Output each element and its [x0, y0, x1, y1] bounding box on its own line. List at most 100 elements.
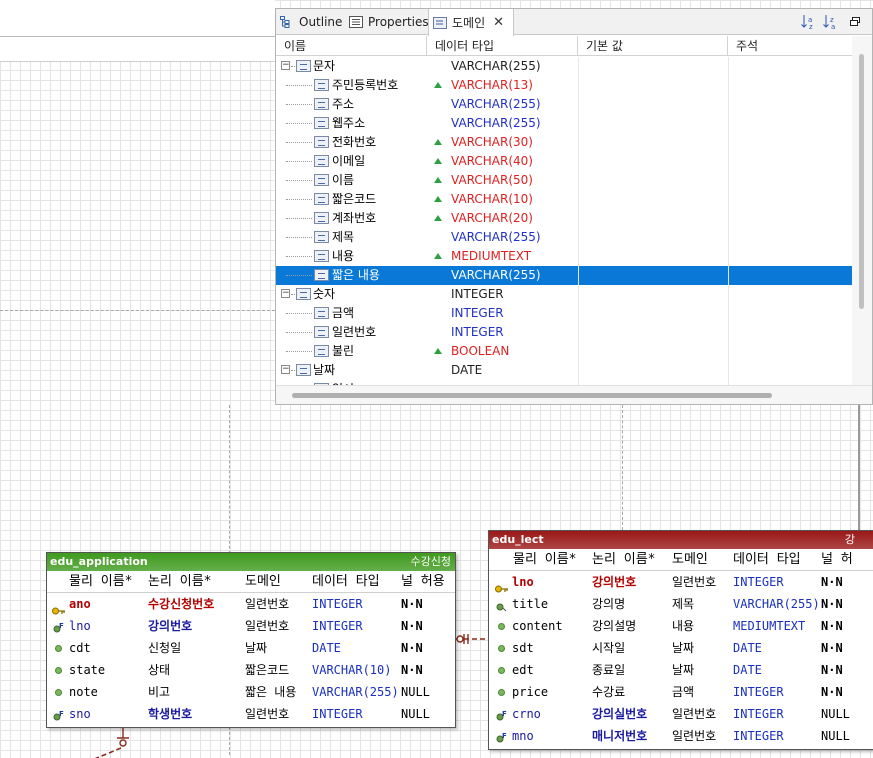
- er-column-row[interactable]: lno 강의번호 일련번호 INTEGER N·N: [489, 571, 873, 593]
- domain-row[interactable]: 이름 VARCHAR(50): [276, 171, 852, 190]
- domain-comment-cell[interactable]: [728, 209, 852, 228]
- domain-comment-cell[interactable]: [728, 361, 852, 380]
- domain-datatype-cell[interactable]: VARCHAR(20): [427, 209, 577, 228]
- er-column-row[interactable]: Fcrno 강의실번호 일련번호 INTEGER NULL: [489, 703, 873, 725]
- domain-comment-cell[interactable]: [728, 133, 852, 152]
- domain-comment-cell[interactable]: [728, 342, 852, 361]
- horizontal-scrollbar[interactable]: [276, 385, 872, 404]
- domain-default-cell[interactable]: [578, 190, 728, 209]
- domain-default-cell[interactable]: [578, 247, 728, 266]
- domain-comment-cell[interactable]: [728, 266, 852, 285]
- domain-row[interactable]: 내용 MEDIUMTEXT: [276, 247, 852, 266]
- sort-ascending-icon[interactable]: az: [800, 13, 818, 31]
- domain-name-cell[interactable]: − 숫자: [276, 285, 426, 304]
- column-header-datatype[interactable]: 데이터 타입: [427, 36, 578, 56]
- domain-datatype-cell[interactable]: VARCHAR(255): [427, 228, 577, 247]
- domain-name-cell[interactable]: 일련번호: [276, 323, 426, 342]
- domain-default-cell[interactable]: [578, 266, 728, 285]
- domain-name-cell[interactable]: 짧은 내용: [276, 266, 426, 285]
- er-column-row[interactable]: sdt 시작일 날짜 DATE N·N: [489, 637, 873, 659]
- domain-datatype-cell[interactable]: VARCHAR(255): [427, 266, 577, 285]
- domain-comment-cell[interactable]: [728, 304, 852, 323]
- collapse-toggle-icon[interactable]: −: [281, 289, 290, 298]
- domain-row[interactable]: 주소 VARCHAR(255): [276, 95, 852, 114]
- domain-name-cell[interactable]: 웹주소: [276, 114, 426, 133]
- domain-datatype-cell[interactable]: VARCHAR(255): [427, 57, 577, 76]
- domain-name-cell[interactable]: 주민등록번호: [276, 76, 426, 95]
- domain-name-cell[interactable]: 금액: [276, 304, 426, 323]
- domain-datatype-cell[interactable]: VARCHAR(40): [427, 152, 577, 171]
- er-table-title[interactable]: edu_application 수강신청: [47, 553, 455, 571]
- domain-group-row[interactable]: − 문자 VARCHAR(255): [276, 57, 852, 76]
- domain-datatype-cell[interactable]: VARCHAR(255): [427, 114, 577, 133]
- tab-domain[interactable]: 도메인 ✕: [428, 9, 514, 36]
- domain-row[interactable]: 불린 BOOLEAN: [276, 342, 852, 361]
- vertical-scrollbar[interactable]: [852, 36, 872, 385]
- domain-group-row[interactable]: − 날짜 DATE: [276, 361, 852, 380]
- column-header-name[interactable]: 이름: [276, 36, 427, 56]
- domain-name-cell[interactable]: 전화번호: [276, 133, 426, 152]
- domain-datatype-cell[interactable]: DATE: [427, 361, 577, 380]
- domain-datatype-cell[interactable]: MEDIUMTEXT: [427, 247, 577, 266]
- domain-comment-cell[interactable]: [728, 190, 852, 209]
- domain-datatype-cell[interactable]: INTEGER: [427, 304, 577, 323]
- domain-name-cell[interactable]: − 날짜: [276, 361, 426, 380]
- tab-properties[interactable]: Properties: [349, 9, 429, 35]
- domain-row[interactable]: 이메일 VARCHAR(40): [276, 152, 852, 171]
- domain-default-cell[interactable]: [578, 114, 728, 133]
- domain-comment-cell[interactable]: [728, 323, 852, 342]
- domain-default-cell[interactable]: [578, 171, 728, 190]
- domain-default-cell[interactable]: [578, 361, 728, 380]
- domain-comment-cell[interactable]: [728, 95, 852, 114]
- collapse-toggle-icon[interactable]: −: [281, 61, 290, 70]
- collapse-toggle-icon[interactable]: −: [281, 365, 290, 374]
- domain-row[interactable]: 일련번호 INTEGER: [276, 323, 852, 342]
- er-table-title[interactable]: edu_lect 강: [489, 531, 873, 549]
- domain-comment-cell[interactable]: [728, 171, 852, 190]
- er-table-edu-lect[interactable]: edu_lect 강 물리 이름* 논리 이름* 도메인 데이터 타입 널 허 …: [488, 530, 873, 750]
- domain-name-cell[interactable]: 내용: [276, 247, 426, 266]
- domain-row[interactable]: 주민등록번호 VARCHAR(13): [276, 76, 852, 95]
- domain-row[interactable]: 제목 VARCHAR(255): [276, 228, 852, 247]
- domain-comment-cell[interactable]: [728, 57, 852, 76]
- domain-comment-cell[interactable]: [728, 285, 852, 304]
- er-column-row[interactable]: price 수강료 금액 INTEGER N·N: [489, 681, 873, 703]
- er-column-row[interactable]: ano 수강신청번호 일련번호 INTEGER N·N: [47, 593, 455, 615]
- domain-name-cell[interactable]: 계좌번호: [276, 209, 426, 228]
- er-column-row[interactable]: Fmno 매니저번호 일련번호 INTEGER NULL: [489, 725, 873, 747]
- tab-outline[interactable]: Outline: [280, 9, 346, 35]
- domain-datatype-cell[interactable]: VARCHAR(13): [427, 76, 577, 95]
- domain-datatype-cell[interactable]: INTEGER: [427, 323, 577, 342]
- domain-name-cell[interactable]: 제목: [276, 228, 426, 247]
- domain-comment-cell[interactable]: [728, 228, 852, 247]
- domain-row[interactable]: 웹주소 VARCHAR(255): [276, 114, 852, 133]
- sort-descending-icon[interactable]: za: [822, 13, 840, 31]
- domain-datatype-cell[interactable]: BOOLEAN: [427, 342, 577, 361]
- er-column-row[interactable]: edt 종료일 날짜 DATE N·N: [489, 659, 873, 681]
- domain-default-cell[interactable]: [578, 323, 728, 342]
- column-header-comment[interactable]: 주석: [728, 36, 852, 56]
- domain-datatype-cell[interactable]: VARCHAR(50): [427, 171, 577, 190]
- domain-default-cell[interactable]: [578, 133, 728, 152]
- domain-default-cell[interactable]: [578, 342, 728, 361]
- domain-comment-cell[interactable]: [728, 152, 852, 171]
- domain-datatype-cell[interactable]: INTEGER: [427, 285, 577, 304]
- domain-name-cell[interactable]: 불린: [276, 342, 426, 361]
- er-column-row[interactable]: content 강의설명 내용 MEDIUMTEXT N·N: [489, 615, 873, 637]
- domain-default-cell[interactable]: [578, 57, 728, 76]
- close-icon[interactable]: ✕: [493, 15, 504, 30]
- er-column-row[interactable]: cdt 신청일 날짜 DATE N·N: [47, 637, 455, 659]
- domain-comment-cell[interactable]: [728, 76, 852, 95]
- domain-default-cell[interactable]: [578, 152, 728, 171]
- er-column-row[interactable]: note 비고 짧은 내용 VARCHAR(255) NULL: [47, 681, 455, 703]
- domain-row[interactable]: 전화번호 VARCHAR(30): [276, 133, 852, 152]
- domain-name-cell[interactable]: − 문자: [276, 57, 426, 76]
- er-column-row[interactable]: Fsno 학생번호 일련번호 INTEGER NULL: [47, 703, 455, 725]
- er-column-row[interactable]: state 상태 짧은코드 VARCHAR(10) N·N: [47, 659, 455, 681]
- domain-datatype-cell[interactable]: VARCHAR(30): [427, 133, 577, 152]
- domain-comment-cell[interactable]: [728, 114, 852, 133]
- domain-datatype-cell[interactable]: VARCHAR(255): [427, 95, 577, 114]
- domain-comment-cell[interactable]: [728, 247, 852, 266]
- er-table-edu-application[interactable]: edu_application 수강신청 물리 이름* 논리 이름* 도메인 데…: [46, 552, 456, 728]
- domain-name-cell[interactable]: 이메일: [276, 152, 426, 171]
